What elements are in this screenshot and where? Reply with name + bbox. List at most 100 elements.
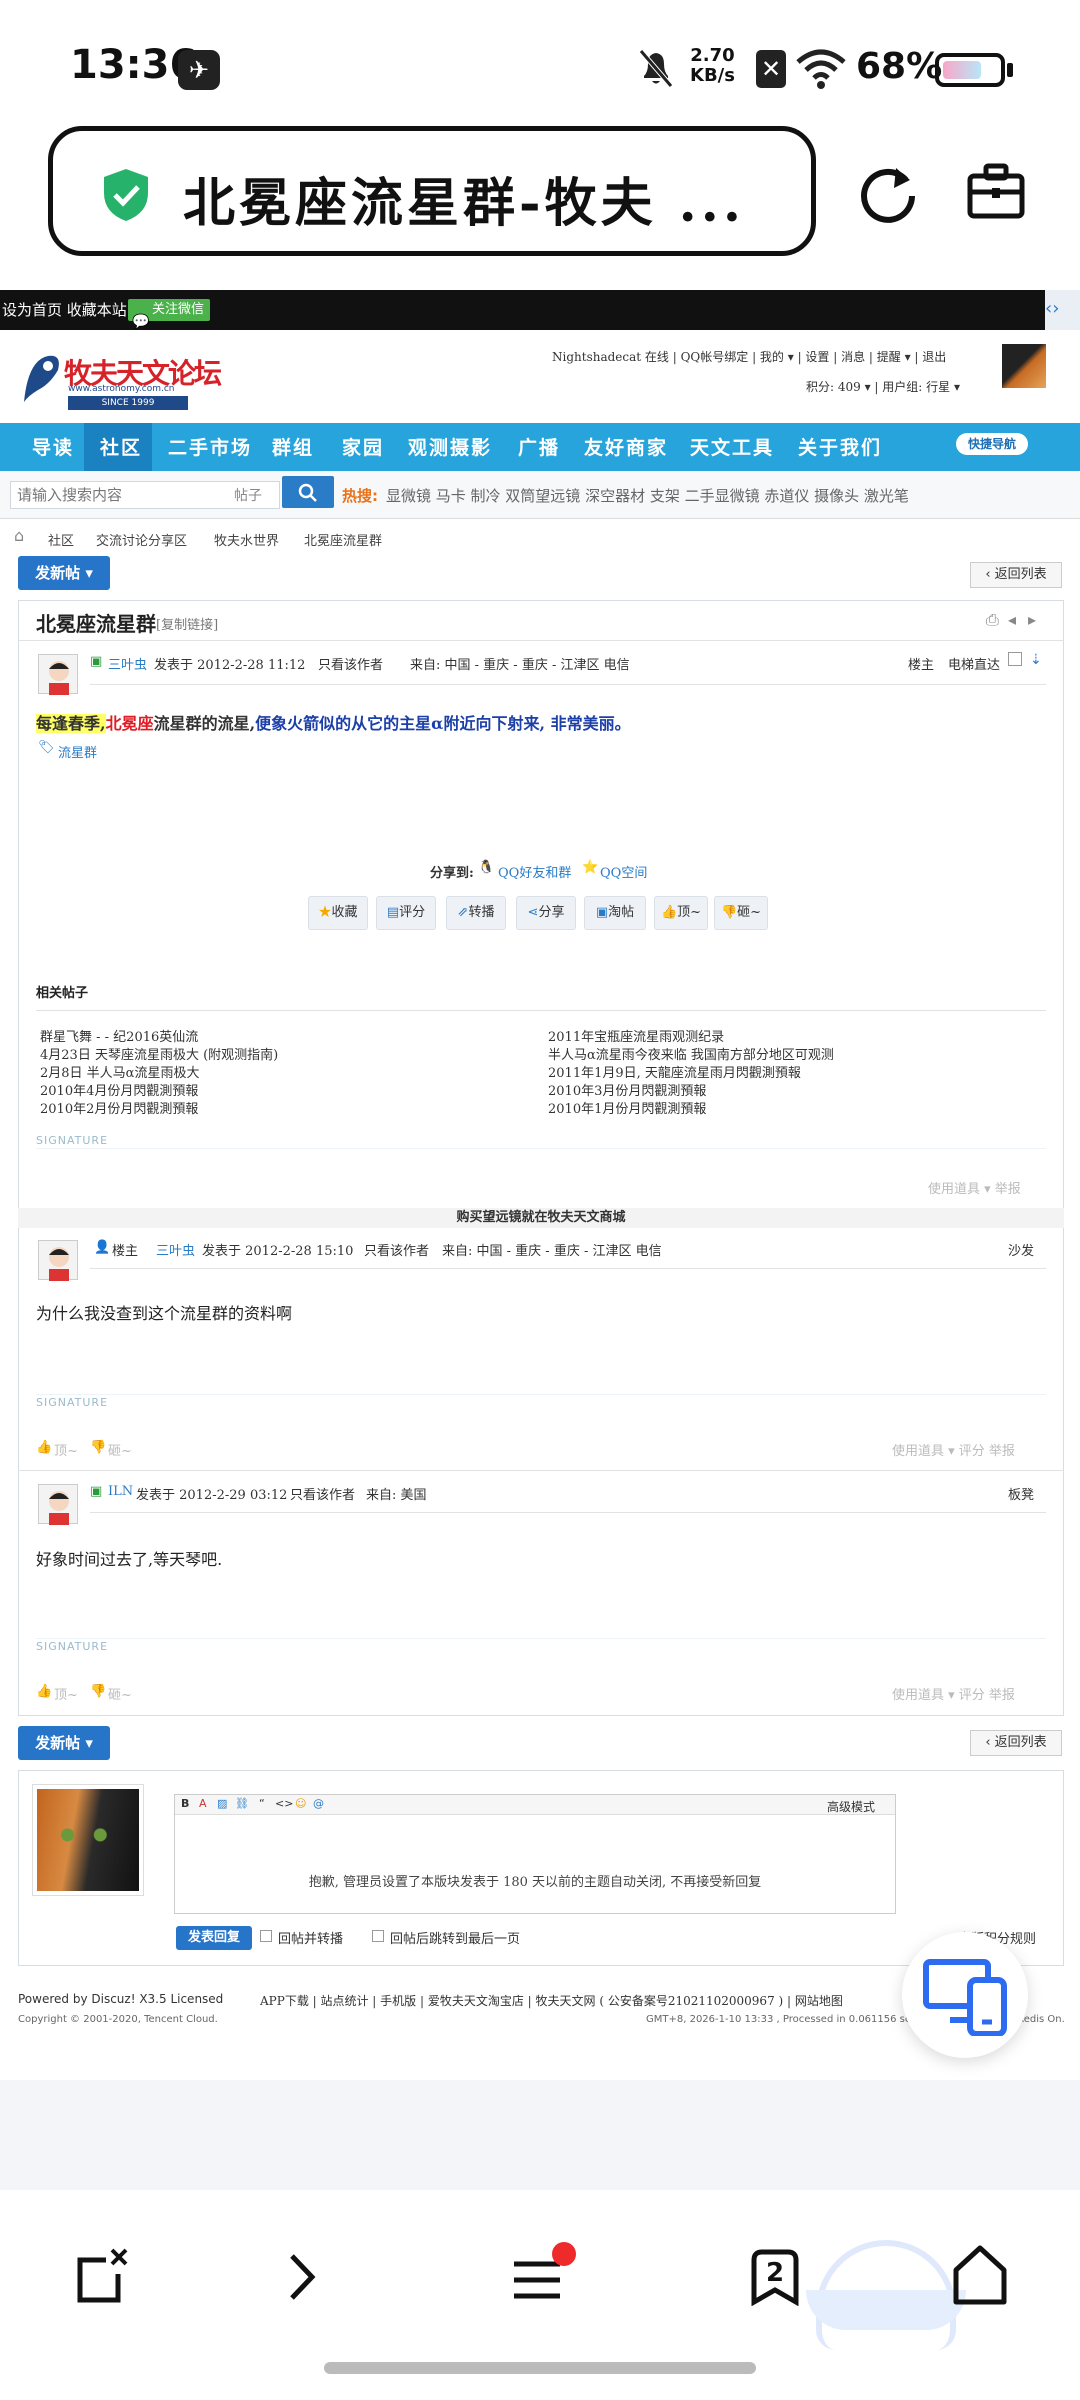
close-tab-icon[interactable] <box>74 2246 130 2306</box>
post-author[interactable]: 三叶虫 <box>156 1240 195 1259</box>
breadcrumb-item[interactable]: 社区 <box>48 530 74 549</box>
forward-icon[interactable] <box>282 2252 322 2302</box>
link-icon[interactable]: ⛓ <box>235 1797 249 1810</box>
new-post-button[interactable]: 发新帖 ▾ <box>18 1726 110 1760</box>
downvote-link[interactable]: 砸~ <box>108 1440 132 1459</box>
ad-banner[interactable]: 购买望远镜就在牧夫天文商城 <box>18 1208 1064 1228</box>
advanced-mode-link[interactable]: 高级模式 <box>827 1798 875 1815</box>
post-author-avatar[interactable] <box>38 1240 78 1281</box>
breadcrumb-item[interactable]: 牧夫水世界 <box>214 530 279 549</box>
jump-to-floor[interactable]: 电梯直达 <box>948 654 1000 673</box>
collect-button[interactable]: ▣淘帖 <box>584 896 646 930</box>
only-author-link[interactable]: 只看该作者 <box>290 1484 355 1503</box>
nav-item-about[interactable]: 关于我们 <box>798 433 882 460</box>
home-icon[interactable] <box>950 2244 1010 2306</box>
post-author[interactable]: 三叶虫 <box>108 654 147 673</box>
back-to-list-button[interactable]: ‹ 返回列表 <box>970 562 1062 588</box>
font-color-icon[interactable]: A <box>199 1797 207 1810</box>
code-icon[interactable]: <> <box>275 1797 293 1810</box>
bold-icon[interactable]: B <box>181 1797 189 1810</box>
related-post[interactable]: 2011年宝瓶座流星雨观测纪录 <box>548 1026 724 1045</box>
related-post[interactable]: 2月8日 半人马α流星雨极大 <box>40 1062 199 1081</box>
related-post[interactable]: 2010年1月份月閃觀測預報 <box>548 1098 706 1117</box>
nav-item-broadcast[interactable]: 广播 <box>518 433 560 460</box>
related-post[interactable]: 4月23日 天琴座流星雨极大 (附观测指南) <box>40 1044 278 1063</box>
upvote-button[interactable]: 👍顶~ <box>654 896 708 930</box>
address-bar[interactable]: 北冕座流星群-牧夫 ... <box>48 126 816 256</box>
toolbox-icon[interactable] <box>964 158 1028 222</box>
upvote-link[interactable]: 顶~ <box>54 1684 78 1703</box>
user-avatar[interactable] <box>1002 344 1046 388</box>
post-author-avatar[interactable] <box>38 1484 78 1525</box>
downvote-button[interactable]: 👎砸~ <box>714 896 768 930</box>
related-post[interactable]: 群星飞舞 - - 纪2016英仙流 <box>40 1026 198 1045</box>
current-user-avatar[interactable] <box>32 1784 144 1896</box>
rate-button[interactable]: ▤评分 <box>376 896 436 930</box>
nav-item-merchants[interactable]: 友好商家 <box>584 433 668 460</box>
post-body: 每逢春季,北冕座流星群的流星,便象火箭似的从它的主星α附近向下射来, 非常美丽。 <box>36 710 631 734</box>
nav-item-observation[interactable]: 观测摄影 <box>408 433 492 460</box>
share-button[interactable]: ⋖分享 <box>516 896 576 930</box>
post-author-avatar[interactable] <box>38 654 78 695</box>
share-qq-link[interactable]: QQ好友和群 <box>498 862 571 881</box>
search-button[interactable] <box>282 476 334 508</box>
post-tools[interactable]: 使用道具 ▾ 评分 举报 <box>892 1440 1015 1459</box>
only-author-link[interactable]: 只看该作者 <box>364 1240 429 1259</box>
home-icon[interactable]: ⌂ <box>14 526 24 545</box>
footer-links[interactable]: APP下载 | 站点统计 | 手机版 | 爱牧夫天文淘宝店 | 牧夫天文网 ( … <box>260 1992 843 2009</box>
forward-button[interactable]: ⇗转播 <box>446 896 506 930</box>
downvote-link[interactable]: 砸~ <box>108 1684 132 1703</box>
nav-item-home[interactable]: 家园 <box>342 433 384 460</box>
nav-item-market[interactable]: 二手市场 <box>168 433 252 460</box>
forward-checkbox[interactable] <box>260 1930 272 1942</box>
multi-device-button[interactable] <box>902 1932 1028 2058</box>
jump-arrow-icon[interactable]: ⇣ <box>1030 652 1042 668</box>
emoji-icon[interactable]: ☺ <box>295 1797 306 1810</box>
back-to-list-button[interactable]: ‹ 返回列表 <box>970 1730 1062 1756</box>
at-icon[interactable]: @ <box>313 1797 324 1810</box>
reload-icon[interactable] <box>856 160 920 224</box>
jump-last-checkbox[interactable] <box>372 1930 384 1942</box>
user-points[interactable]: 积分: 409 ▾ | 用户组: 行星 ▾ <box>806 378 960 395</box>
submit-reply-button[interactable]: 发表回复 <box>176 1926 252 1950</box>
breadcrumb-item[interactable]: 北冕座流星群 <box>304 530 382 549</box>
upvote-link[interactable]: 顶~ <box>54 1440 78 1459</box>
new-post-button[interactable]: 发新帖 ▾ <box>18 556 110 590</box>
nav-item-community[interactable]: 社区 <box>100 433 142 460</box>
post-tools[interactable]: 使用道具 ▾ 评分 举报 <box>892 1684 1015 1703</box>
related-post[interactable]: 2010年4月份月閃觀測預報 <box>40 1080 198 1099</box>
next-thread-icon[interactable]: ▸ <box>1028 610 1036 629</box>
jump-floor-input[interactable] <box>1008 652 1022 666</box>
nav-item-groups[interactable]: 群组 <box>272 433 314 460</box>
print-icon[interactable]: ⎙ <box>986 610 999 630</box>
quick-nav-button[interactable]: 快捷导航 <box>956 433 1029 455</box>
main-nav: 导读 社区 二手市场 群组 家园 观测摄影 广播 友好商家 天文工具 关于我们 … <box>0 423 1080 471</box>
home-indicator[interactable] <box>324 2362 756 2374</box>
quote-icon[interactable]: “ <box>259 1797 265 1810</box>
post-tools[interactable]: 使用道具 ▾ 举报 <box>928 1178 1021 1197</box>
nav-item-tools[interactable]: 天文工具 <box>690 433 774 460</box>
reply-editor[interactable]: B A ▨ ⛓ “ <> ☺ @ 高级模式 抱歉, 管理员设置了本版块发表于 1… <box>174 1794 896 1914</box>
breadcrumb-item[interactable]: 交流讨论分享区 <box>96 530 187 549</box>
topbar-toggle[interactable]: ‹› <box>1045 290 1080 330</box>
related-post[interactable]: 半人马α流星雨今夜来临 我国南方部分地区可观测 <box>548 1044 834 1063</box>
related-post[interactable]: 2011年1月9日, 天龍座流星雨月閃觀測預報 <box>548 1062 801 1081</box>
topbar-links[interactable]: 设为首页 收藏本站 <box>2 290 127 330</box>
post-author[interactable]: ILN <box>108 1484 133 1499</box>
related-post[interactable]: 2010年2月份月閃觀測預報 <box>40 1098 198 1117</box>
copy-link[interactable]: [复制链接] <box>156 614 218 633</box>
site-logo[interactable]: 牧夫天文论坛 www.astronomy.com.cn SINCE 1999 <box>18 350 222 414</box>
hot-search-terms[interactable]: 显微镜 马卡 制冷 双筒望远镜 深空器材 支架 二手显微镜 赤道仪 摄像头 激光… <box>386 485 909 506</box>
image-icon[interactable]: ▨ <box>217 1797 227 1810</box>
favorite-button[interactable]: ★收藏 <box>308 896 368 930</box>
prev-thread-icon[interactable]: ◂ <box>1008 610 1016 629</box>
menu-icon[interactable] <box>510 2242 580 2308</box>
tabs-button[interactable]: 2 <box>748 2248 802 2306</box>
search-type-select[interactable]: 帖子 <box>234 485 262 505</box>
user-menu[interactable]: Nightshadecat 在线 | QQ帐号绑定 | 我的 ▾ | 设置 | … <box>552 348 946 365</box>
post-tag[interactable]: 流星群 <box>58 742 97 761</box>
share-qzone-link[interactable]: QQ空间 <box>600 862 647 881</box>
only-author-link[interactable]: 只看该作者 <box>318 654 383 673</box>
nav-item-guide[interactable]: 导读 <box>32 433 74 460</box>
related-post[interactable]: 2010年3月份月閃觀測預報 <box>548 1080 706 1099</box>
